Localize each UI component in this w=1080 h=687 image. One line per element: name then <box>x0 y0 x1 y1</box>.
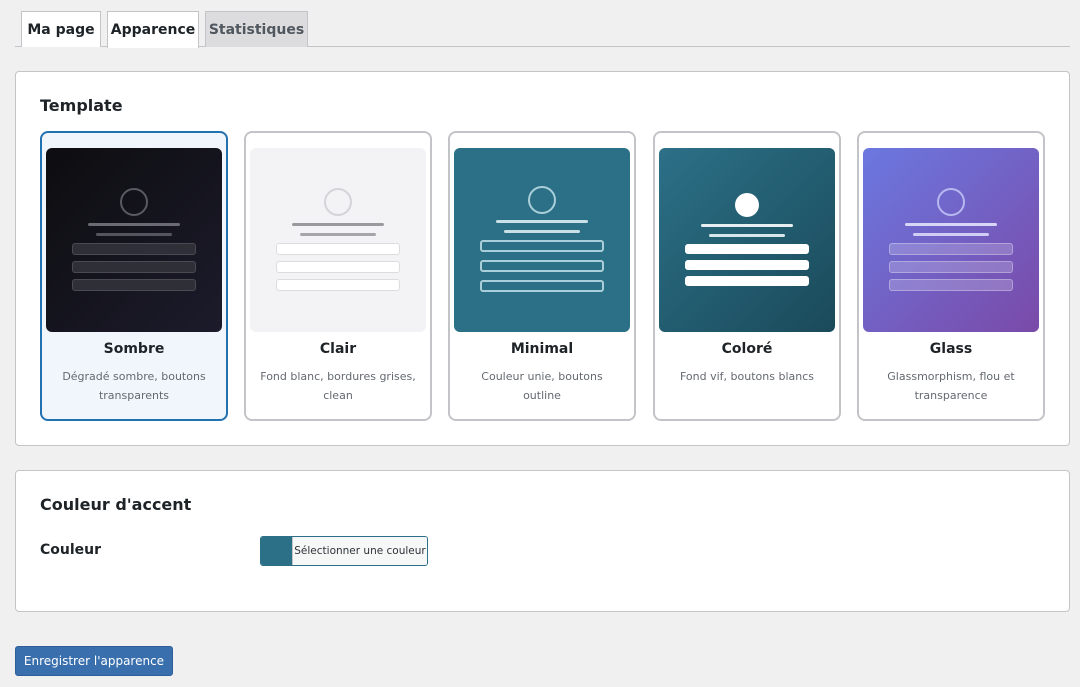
preview-link-button <box>72 261 196 273</box>
preview-subtitle-line <box>504 230 580 233</box>
template-name: Minimal <box>510 341 574 357</box>
tab-ma-page[interactable]: Ma page <box>21 11 101 47</box>
color-field-label: Couleur <box>40 542 102 558</box>
tab-apparence[interactable]: Apparence <box>107 11 199 48</box>
template-name: Sombre <box>103 341 165 357</box>
template-title: Template <box>40 96 123 115</box>
template-card-minimal[interactable]: Minimal Couleur unie, boutons outline <box>448 131 636 421</box>
template-preview-glass <box>863 148 1039 332</box>
template-description: Dégradé sombre, boutons transparents <box>62 370 206 402</box>
preview-link-button <box>72 243 196 255</box>
preview-subtitle-line <box>913 233 989 236</box>
preview-title-line <box>292 223 384 226</box>
preview-link-button <box>889 243 1013 255</box>
preview-subtitle-line <box>300 233 376 236</box>
color-picker-button[interactable]: Sélectionner une couleur <box>260 536 428 566</box>
template-preview-clair <box>250 148 426 332</box>
template-preview-minimal <box>454 148 630 332</box>
template-card-glass[interactable]: Glass Glassmorphism, flou et transparenc… <box>857 131 1045 421</box>
preview-link-button <box>72 279 196 291</box>
preview-link-button <box>480 260 604 272</box>
template-name: Glass <box>929 341 973 357</box>
settings-tabs: Ma page Apparence Statistiques <box>15 11 1070 48</box>
preview-avatar-icon <box>937 188 965 216</box>
preview-link-button <box>276 261 400 273</box>
preview-link-button <box>889 279 1013 291</box>
template-description: Glassmorphism, flou et transparence <box>887 370 1015 402</box>
preview-link-button <box>480 240 604 252</box>
template-preview-sombre <box>46 148 222 332</box>
template-card-clair[interactable]: Clair Fond blanc, bordures grises, clean <box>244 131 432 421</box>
preview-title-line <box>701 224 793 227</box>
template-name: Coloré <box>721 341 773 357</box>
preview-avatar-icon <box>735 193 759 217</box>
save-appearance-button[interactable]: Enregistrer l'apparence <box>15 646 173 676</box>
color-swatch <box>261 537 292 565</box>
preview-avatar-icon <box>324 188 352 216</box>
preview-subtitle-line <box>96 233 172 236</box>
preview-avatar-icon <box>528 186 556 214</box>
template-card-sombre[interactable]: Sombre Dégradé sombre, boutons transpare… <box>40 131 228 421</box>
preview-link-button <box>276 279 400 291</box>
accent-color-title: Couleur d'accent <box>40 495 192 514</box>
preview-avatar-icon <box>120 188 148 216</box>
preview-link-button <box>685 276 809 286</box>
preview-link-button <box>276 243 400 255</box>
template-name: Clair <box>319 341 357 357</box>
template-description: Fond blanc, bordures grises, clean <box>260 370 416 402</box>
preview-title-line <box>905 223 997 226</box>
tab-statistiques[interactable]: Statistiques <box>205 11 308 47</box>
preview-link-button <box>480 280 604 292</box>
template-panel: Template Sombre Dégradé sombre, boutons … <box>15 71 1070 446</box>
preview-subtitle-line <box>709 234 785 237</box>
preview-title-line <box>88 223 180 226</box>
preview-title-line <box>496 220 588 223</box>
preview-link-button <box>685 260 809 270</box>
template-card-colore[interactable]: Coloré Fond vif, boutons blancs <box>653 131 841 421</box>
preview-link-button <box>685 244 809 254</box>
preview-link-button <box>889 261 1013 273</box>
template-description: Fond vif, boutons blancs <box>679 370 814 383</box>
template-preview-colore <box>659 148 835 332</box>
template-description: Couleur unie, boutons outline <box>481 370 603 402</box>
accent-color-panel: Couleur d'accent Couleur Sélectionner un… <box>15 470 1070 612</box>
color-picker-label: Sélectionner une couleur <box>292 537 427 565</box>
